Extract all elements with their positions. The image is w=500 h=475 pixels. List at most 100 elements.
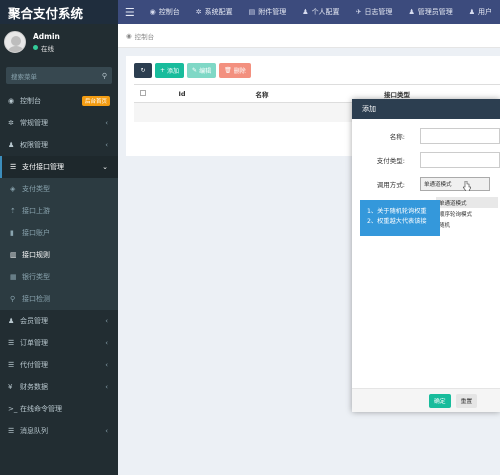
chevron-down-icon: ⌄	[102, 163, 108, 171]
reset-button[interactable]: 重置	[455, 393, 478, 408]
user-icon: ♟	[302, 8, 309, 16]
sidebar-item-permissions[interactable]: ♟ 权限管理 ‹	[0, 134, 118, 156]
online-dot-icon	[33, 45, 38, 50]
sidebar-item-label: 权限管理	[20, 141, 48, 149]
alert-line: 1、关于随机轮询权重	[367, 208, 427, 215]
topnav-label: 管理员管理	[417, 8, 453, 16]
sidebar-item-label: 接口上游	[22, 207, 50, 215]
bank-icon: ▦	[10, 273, 17, 281]
column-name[interactable]: 名称	[212, 89, 312, 99]
alert-line: 2、权重越大代表该接	[367, 218, 427, 225]
sidebar-submenu: ◈ 支付类型 ⇡ 接口上游 ▮ 接口账户 ▥ 接口规则 ▦ 银行类型 ⚲ 接口检测	[0, 178, 118, 310]
info-alert: 1、关于随机轮询权重 2、权重越大代表该接	[360, 200, 440, 236]
sidebar-sub-upstream[interactable]: ⇡ 接口上游	[0, 200, 118, 222]
sidebar-item-label: 接口账户	[22, 229, 50, 237]
name-row: 名称:	[352, 128, 500, 144]
topnav-users[interactable]: ♟ 用户	[461, 7, 500, 17]
confirm-button[interactable]: 确定	[429, 393, 451, 408]
group-icon: ♟	[8, 141, 15, 149]
user-icon: ♟	[8, 317, 15, 325]
sidebar-item-general[interactable]: ✲ 常规管理 ‹	[0, 112, 118, 134]
plus-icon: +	[160, 67, 166, 74]
topnav-system-config[interactable]: ✲ 系统配置	[188, 7, 241, 17]
breadcrumb-label[interactable]: 控制台	[135, 31, 155, 41]
pencil-icon: ✎	[192, 67, 198, 74]
sidebar-item-queue[interactable]: ☰ 消息队列 ‹	[0, 420, 118, 442]
topnav-admins[interactable]: ♟ 管理员管理	[400, 7, 460, 17]
top-navbar: ☰ ◉ 控制台 ✲ 系统配置 ▤ 附件管理 ♟ 个人配置 ✈ 日志管理 ♟ 管理员管理 ♟ 用…	[118, 0, 500, 24]
sidebar-sub-check[interactable]: ⚲ 接口检测	[0, 288, 118, 310]
sidebar-item-payment-interface[interactable]: ☰ 支付接口管理 ⌄	[0, 156, 118, 178]
topnav-label: 日志管理	[364, 8, 393, 16]
sidebar-item-label: 代付管理	[20, 361, 48, 369]
dropdown-option[interactable]: 单通道模式	[436, 197, 498, 208]
sidebar-item-label: 支付类型	[22, 185, 50, 193]
pay-type-field[interactable]	[420, 152, 500, 168]
sidebar-item-finance[interactable]: ¥ 财务数据 ‹	[0, 376, 118, 398]
delete-button[interactable]: 🗑 删除	[219, 63, 251, 78]
app-logo[interactable]: 聚合支付系统	[0, 0, 118, 24]
delete-label: 删除	[233, 68, 246, 75]
users-icon: ♟	[468, 8, 475, 16]
topnav-profile[interactable]: ♟ 个人配置	[294, 7, 347, 17]
sidebar-item-members[interactable]: ♟ 会员管理 ‹	[0, 310, 118, 332]
sidebar-search-input[interactable]: 搜索菜单 ⚲	[6, 67, 112, 84]
sidebar-item-label: 银行类型	[22, 273, 50, 281]
chevron-left-icon: ‹	[105, 383, 108, 391]
list-icon: ☰	[8, 427, 15, 435]
sidebar-item-payout[interactable]: ☰ 代付管理 ‹	[0, 354, 118, 376]
topnav-attachments[interactable]: ▤ 附件管理	[241, 7, 295, 17]
chevron-left-icon: ‹	[105, 141, 108, 149]
refresh-button[interactable]: ↻	[134, 63, 152, 78]
file-icon: ▮	[10, 229, 14, 237]
gear-icon: ✲	[195, 8, 202, 16]
upload-icon: ⇡	[10, 207, 16, 215]
home-badge: 后台首页	[81, 96, 110, 106]
topnav-dashboard[interactable]: ◉ 控制台	[142, 7, 188, 17]
user-panel: Admin 在线	[0, 24, 118, 60]
sidebar-sub-rules[interactable]: ▥ 接口规则	[0, 244, 118, 266]
dashboard-icon: ◉	[8, 97, 15, 105]
sidebar-sub-bank-type[interactable]: ▦ 银行类型	[0, 266, 118, 288]
refresh-icon: ↻	[140, 67, 146, 74]
name-field[interactable]	[420, 128, 500, 144]
chevron-left-icon: ‹	[105, 339, 108, 347]
chevron-left-icon: ‹	[105, 119, 108, 127]
pay-type-row: 支付类型:	[352, 152, 500, 168]
sidebar-item-dashboard[interactable]: ◉ 控制台 后台首页	[0, 90, 118, 112]
topnav-label: 个人配置	[311, 8, 340, 16]
sidebar-item-label: 控制台	[20, 97, 41, 105]
topnav-logs[interactable]: ✈ 日志管理	[348, 7, 401, 17]
add-button[interactable]: + 添加	[155, 63, 185, 78]
call-mode-label: 调用方式:	[376, 181, 405, 189]
sidebar-item-orders[interactable]: ☰ 订单管理 ‹	[0, 332, 118, 354]
search-icon[interactable]: ⚲	[102, 72, 107, 80]
user-name: Admin	[33, 31, 60, 41]
column-interface-type[interactable]: 接口类型	[312, 89, 482, 99]
call-mode-select[interactable]: 单通道模式	[420, 177, 490, 191]
edit-button[interactable]: ✎ 编辑	[187, 63, 217, 78]
sidebar-item-commands[interactable]: >_ 在线命令管理	[0, 398, 118, 420]
sidebar-sub-account[interactable]: ▮ 接口账户	[0, 222, 118, 244]
dropdown-option[interactable]: 顺序轮询模式	[436, 208, 498, 219]
search-icon: ⚲	[10, 295, 16, 303]
yen-icon: ¥	[8, 383, 13, 391]
sidebar-sub-pay-type[interactable]: ◈ 支付类型	[0, 178, 118, 200]
mouse-cursor-icon	[463, 181, 471, 191]
user-status: 在线	[33, 43, 60, 53]
log-icon: ✈	[355, 8, 362, 16]
sidebar-item-label: 财务数据	[20, 383, 48, 391]
column-id[interactable]: Id	[152, 90, 212, 98]
dashboard-icon: ◉	[126, 31, 132, 40]
sidebar-toggle-icon[interactable]: ☰	[118, 6, 142, 19]
dashboard-icon: ◉	[149, 8, 156, 16]
avatar	[4, 31, 26, 53]
chevron-left-icon: ‹	[105, 361, 108, 369]
dropdown-option[interactable]: 随机	[436, 219, 498, 230]
tag-icon: ◈	[10, 185, 16, 193]
admin-icon: ♟	[408, 8, 415, 16]
dialog-footer: 确定 重置	[352, 388, 500, 412]
select-all-checkbox[interactable]	[134, 89, 152, 98]
call-mode-dropdown: 单通道模式 顺序轮询模式 随机	[436, 197, 498, 230]
list-icon: ☰	[8, 339, 15, 347]
